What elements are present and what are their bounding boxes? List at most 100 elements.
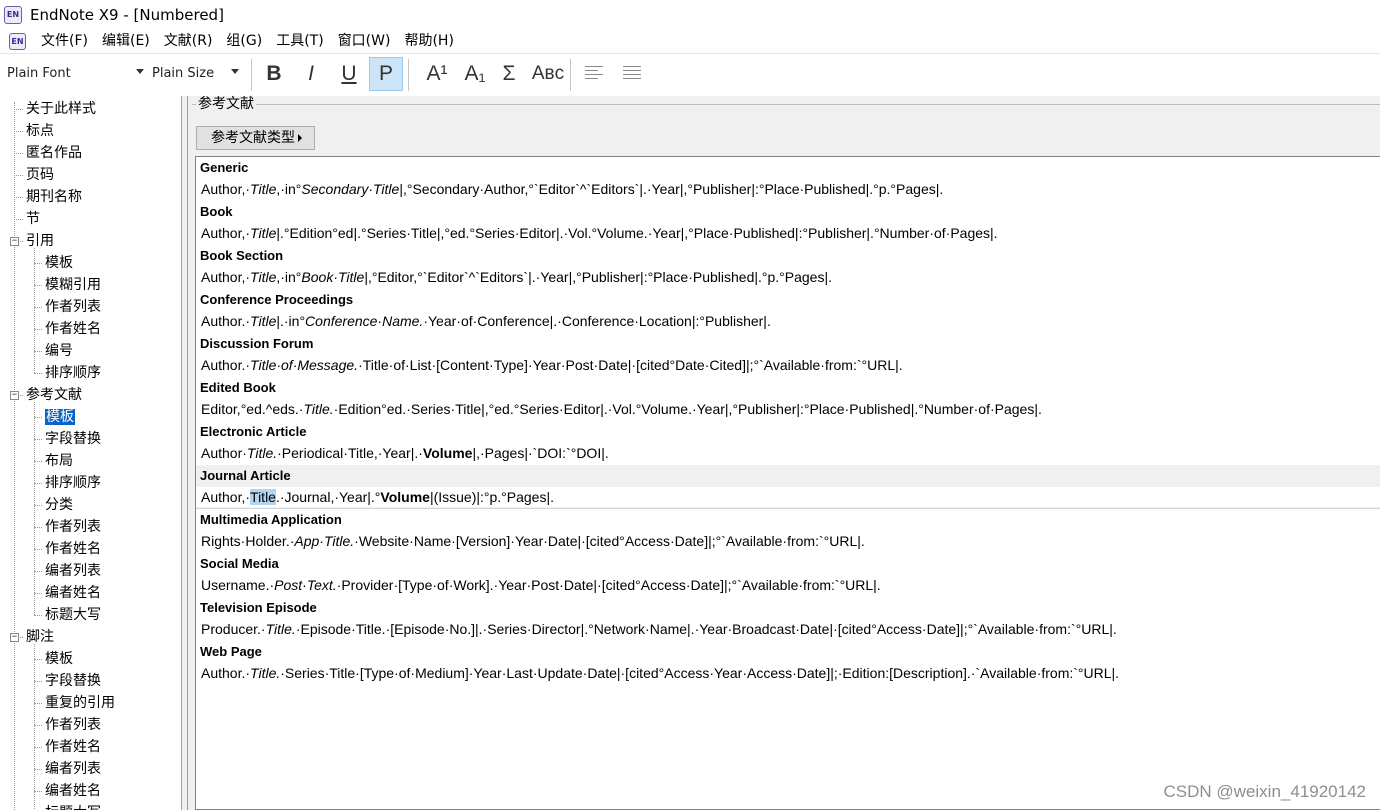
menu-references[interactable]: 文献(R) bbox=[157, 29, 220, 54]
tree-item[interactable]: 作者姓名 bbox=[45, 736, 101, 758]
template-segment: ·Provider·[Type·of·Work].·Year·Post·Date… bbox=[336, 577, 881, 593]
tree-item[interactable]: 脚注 bbox=[26, 626, 54, 648]
menu-edit[interactable]: 编辑(E) bbox=[95, 29, 157, 54]
symbol-button[interactable]: Σ bbox=[492, 57, 526, 91]
tree-guide-line bbox=[34, 329, 42, 330]
tree-item[interactable]: 字段替换 bbox=[45, 670, 101, 692]
tree-guide-line bbox=[34, 483, 42, 484]
reference-type-name: Web Page bbox=[200, 644, 262, 659]
collapse-icon[interactable]: − bbox=[10, 237, 19, 246]
tree-item[interactable]: 分类 bbox=[45, 494, 73, 516]
tree-item[interactable]: 模板 bbox=[45, 406, 75, 428]
template-segment: Rights·Holder.· bbox=[201, 533, 295, 549]
template-line[interactable]: Author,·Title,·in°Book·Title|,°Editor,°`… bbox=[201, 267, 832, 287]
reference-types-button[interactable]: 参考文献类型 bbox=[196, 126, 315, 150]
tree-item[interactable]: 标题大写 bbox=[45, 802, 101, 810]
template-line[interactable]: Author.·Title.·Series·Title·[Type·of·Med… bbox=[201, 663, 1119, 683]
tree-item[interactable]: 关于此样式 bbox=[26, 98, 96, 120]
tree-item[interactable]: 模板 bbox=[45, 252, 73, 274]
template-line[interactable]: Editor,°ed.^eds.·Title.·Edition°ed.·Seri… bbox=[201, 399, 1042, 419]
tree-item[interactable]: 模板 bbox=[45, 648, 73, 670]
template-line[interactable]: Author,·Title.·Journal,·Year|.°Volume|(I… bbox=[196, 487, 1380, 507]
tree-item[interactable]: 匿名作品 bbox=[26, 142, 82, 164]
plain-button[interactable]: P bbox=[369, 57, 403, 91]
tree-item[interactable]: 引用 bbox=[26, 230, 54, 252]
template-editor[interactable]: Generic Author,·Title,·in°Secondary·Title… bbox=[195, 156, 1380, 810]
reference-type-name: Book bbox=[200, 204, 233, 219]
template-line[interactable]: Author.·Title|.·in°Conference·Name.·Year… bbox=[201, 311, 771, 331]
chevron-down-icon bbox=[136, 69, 144, 74]
tree-item[interactable]: 排序顺序 bbox=[45, 362, 101, 384]
tree-item[interactable]: 节 bbox=[26, 208, 40, 230]
template-line[interactable]: Username.·Post·Text.·Provider·[Type·of·W… bbox=[201, 575, 881, 595]
justify-icon[interactable] bbox=[623, 66, 641, 82]
tree-item-label: 作者列表 bbox=[45, 717, 101, 733]
template-segment: ·Episode·Title.·[Episode·No.]|.·Series·D… bbox=[295, 621, 1117, 637]
template-line[interactable]: Author.·Title·of·Message.·Title·of·List·… bbox=[201, 355, 903, 375]
menu-window[interactable]: 窗口(W) bbox=[331, 29, 398, 54]
underline-button[interactable]: U bbox=[332, 57, 366, 91]
menu-file[interactable]: 文件(F) bbox=[34, 29, 95, 54]
tree-item[interactable]: 作者列表 bbox=[45, 516, 101, 538]
tree-guide-line bbox=[34, 285, 42, 286]
tree-item[interactable]: 重复的引用 bbox=[45, 692, 115, 714]
template-line[interactable]: Author,·Title|.°Edition°ed|.°Series·Titl… bbox=[201, 223, 998, 243]
bold-button[interactable]: B bbox=[257, 57, 291, 91]
tree-item[interactable]: 参考文献 bbox=[26, 384, 82, 406]
template-line[interactable]: Author·Title.·Periodical·Title,·Year|.·V… bbox=[201, 443, 609, 463]
collapse-icon[interactable]: − bbox=[10, 633, 19, 642]
tree-item[interactable]: 模糊引用 bbox=[45, 274, 101, 296]
size-select[interactable]: Plain Size bbox=[152, 65, 244, 85]
superscript-button[interactable]: A¹ bbox=[420, 57, 454, 91]
reference-type-template: Discussion Forum Author.·Title·of·Message… bbox=[196, 333, 1380, 377]
reference-type-template: Television Episode Producer.·Title.·Episo… bbox=[196, 597, 1380, 641]
tree-guide-line bbox=[14, 153, 23, 154]
tree-guide-line bbox=[34, 725, 42, 726]
italic-button[interactable]: I bbox=[294, 57, 328, 91]
tree-item[interactable]: 排序顺序 bbox=[45, 472, 101, 494]
font-select[interactable]: Plain Font bbox=[7, 65, 145, 85]
tree-guide-line bbox=[34, 659, 42, 660]
template-line[interactable]: Rights·Holder.·App·Title.·Website·Name·[… bbox=[201, 531, 865, 551]
align-left-icon[interactable] bbox=[585, 66, 603, 82]
tree-item[interactable]: 期刊名称 bbox=[26, 186, 82, 208]
tree-item[interactable]: 编者姓名 bbox=[45, 780, 101, 802]
tree-item[interactable]: 编者列表 bbox=[45, 560, 101, 582]
tree-item[interactable]: 标题大写 bbox=[45, 604, 101, 626]
reference-type-template: Web Page Author.·Title.·Series·Title·[Typ… bbox=[196, 641, 1380, 685]
tree-item[interactable]: 字段替换 bbox=[45, 428, 101, 450]
template-segment: ,·in° bbox=[276, 181, 302, 197]
menu-tools[interactable]: 工具(T) bbox=[269, 29, 330, 54]
tree-item-label: 期刊名称 bbox=[26, 189, 82, 205]
tree-guide-line bbox=[34, 351, 42, 352]
reference-type-template: Book Section Author,·Title,·in°Book·Title… bbox=[196, 245, 1380, 289]
tree-guide-line bbox=[34, 263, 42, 264]
tree-guide-line bbox=[34, 769, 42, 770]
tree-item[interactable]: 作者姓名 bbox=[45, 538, 101, 560]
reference-type-name: Journal Article bbox=[200, 468, 291, 483]
menu-groups[interactable]: 组(G) bbox=[219, 29, 269, 54]
menu-help[interactable]: 帮助(H) bbox=[397, 29, 460, 54]
reference-types-label: 参考文献类型 bbox=[211, 130, 295, 146]
tree-item[interactable]: 作者姓名 bbox=[45, 318, 101, 340]
tree-item[interactable]: 作者列表 bbox=[45, 296, 101, 318]
tree-item[interactable]: 页码 bbox=[26, 164, 54, 186]
tree-guide-line bbox=[14, 131, 23, 132]
tree-item[interactable]: 编者列表 bbox=[45, 758, 101, 780]
template-line[interactable]: Author,·Title,·in°Secondary·Title|,°Seco… bbox=[201, 179, 943, 199]
smallcaps-button[interactable]: Aʙᴄ bbox=[529, 57, 567, 91]
tree-item[interactable]: 布局 bbox=[45, 450, 73, 472]
tree-item-label: 作者列表 bbox=[45, 299, 101, 315]
tree-guide-line bbox=[34, 549, 42, 550]
subscript-button[interactable]: A₁ bbox=[458, 57, 492, 91]
endnote-doc-icon[interactable]: EN bbox=[9, 33, 26, 50]
tree-item-label: 引用 bbox=[26, 233, 54, 249]
tree-item[interactable]: 编号 bbox=[45, 340, 73, 362]
tree-item[interactable]: 标点 bbox=[26, 120, 54, 142]
template-line[interactable]: Producer.·Title.·Episode·Title.·[Episode… bbox=[201, 619, 1117, 639]
collapse-icon[interactable]: − bbox=[10, 391, 19, 400]
tree-item[interactable]: 作者列表 bbox=[45, 714, 101, 736]
tree-item-label: 模糊引用 bbox=[45, 277, 101, 293]
tree-guide-line bbox=[34, 527, 42, 528]
tree-item[interactable]: 编者姓名 bbox=[45, 582, 101, 604]
